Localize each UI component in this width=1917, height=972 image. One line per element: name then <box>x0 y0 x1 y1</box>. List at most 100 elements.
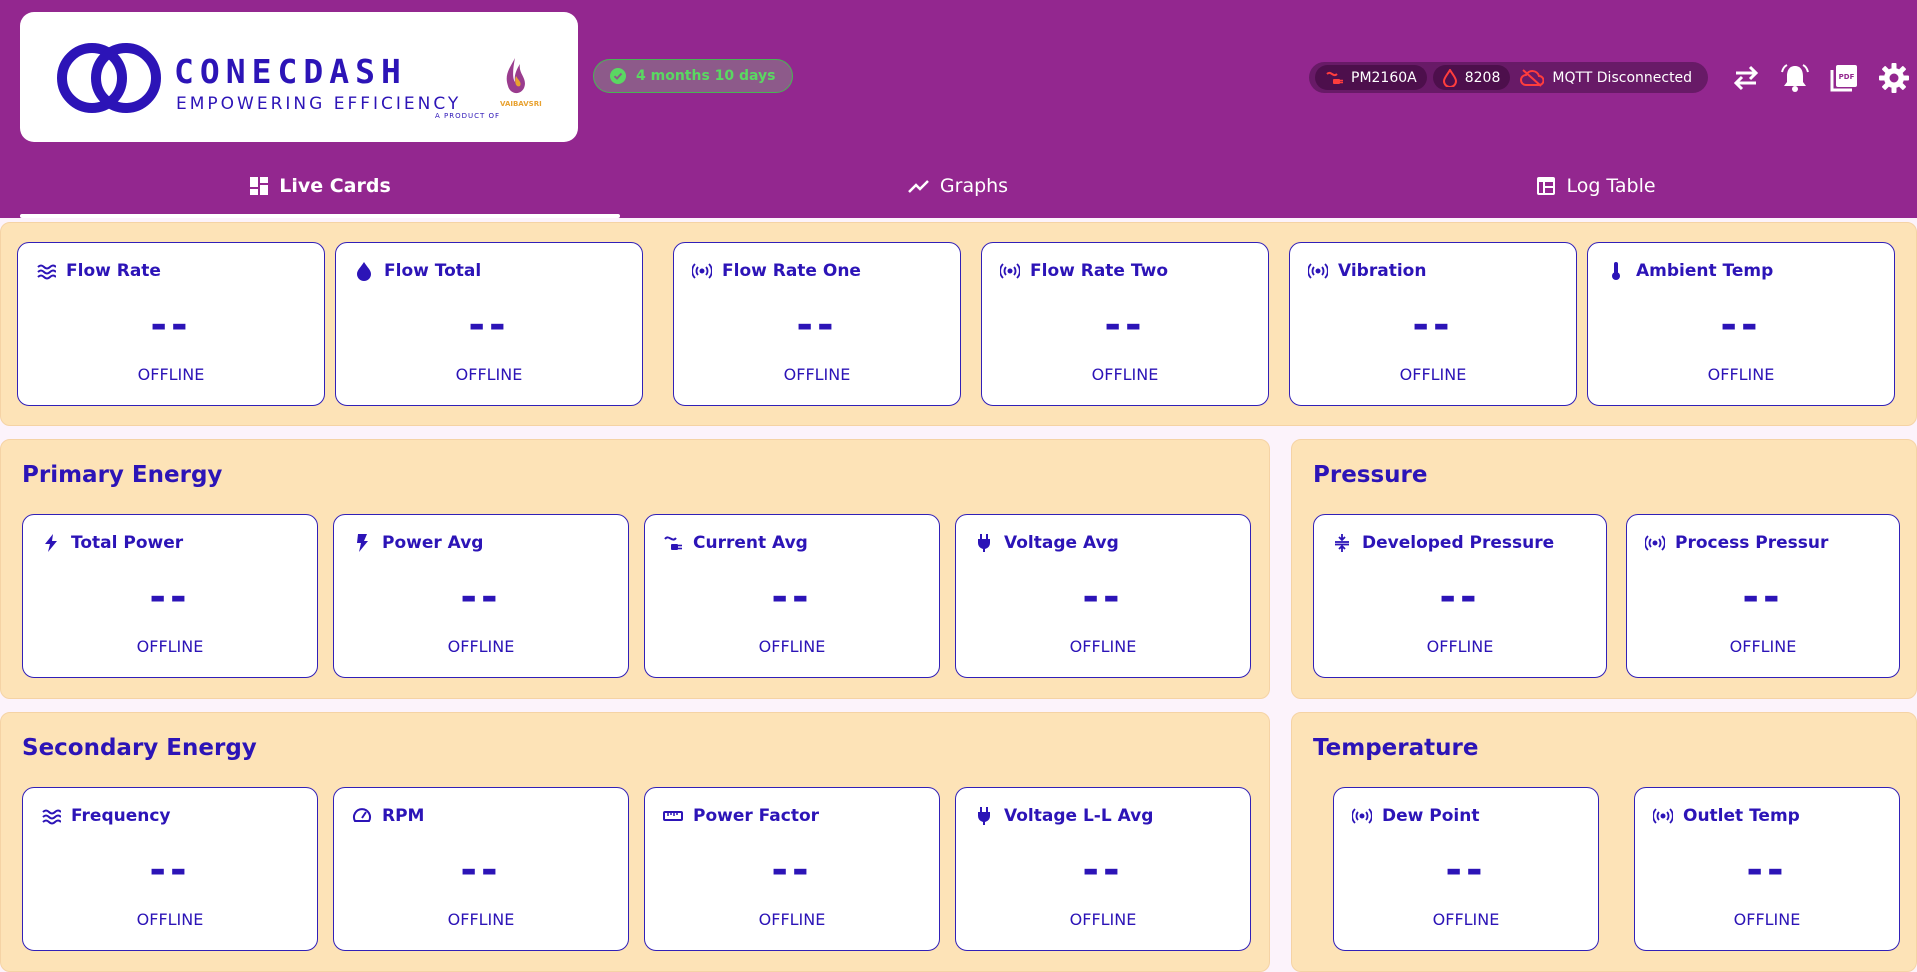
card-status: OFFLINE <box>136 637 204 656</box>
water-drop-icon <box>1442 68 1457 87</box>
card-current-avg[interactable]: Current Avg -- OFFLINE <box>644 514 940 678</box>
card-value: -- <box>771 847 813 893</box>
license-text: 4 months 10 days <box>636 68 776 84</box>
counter-status[interactable]: 8208 <box>1432 65 1511 90</box>
card-rpm[interactable]: RPM -- OFFLINE <box>333 787 629 951</box>
card-value: -- <box>1746 847 1788 893</box>
card-ambient-temp[interactable]: Ambient Temp -- OFFLINE <box>1587 242 1895 406</box>
card-value: -- <box>1104 302 1146 348</box>
counter-value: 8208 <box>1464 69 1501 86</box>
card-status: OFFLINE <box>758 910 826 929</box>
card-value: -- <box>149 847 191 893</box>
sensor-icon <box>692 261 712 281</box>
flash-icon <box>352 533 372 553</box>
card-label: Ambient Temp <box>1636 261 1774 281</box>
card-flow-rate-one[interactable]: Flow Rate One -- OFFLINE <box>673 242 961 406</box>
partner-name: VAIBAVSRI <box>500 100 542 108</box>
card-label: Current Avg <box>693 533 808 553</box>
card-label: Dew Point <box>1382 806 1480 826</box>
card-label: Vibration <box>1338 261 1427 281</box>
secondary-energy-panel: Secondary Energy Frequency -- OFFLINE RP… <box>0 712 1270 972</box>
card-status: OFFLINE <box>447 910 515 929</box>
card-label: Frequency <box>71 806 171 826</box>
sensor-icon <box>1000 261 1020 281</box>
card-label: Flow Rate One <box>722 261 861 281</box>
card-status: OFFLINE <box>783 365 851 384</box>
mqtt-text: MQTT Disconnected <box>1552 69 1693 86</box>
bell-alert-icon[interactable] <box>1779 62 1811 94</box>
card-label: Developed Pressure <box>1362 533 1555 553</box>
brand-logo[interactable]: CONECDASH EMPOWERING EFFICIENCY A PRODUC… <box>20 12 578 142</box>
card-voltage-ll-avg[interactable]: Voltage L-L Avg -- OFFLINE <box>955 787 1251 951</box>
card-status: OFFLINE <box>1733 910 1801 929</box>
gear-icon[interactable] <box>1878 62 1910 94</box>
card-status: OFFLINE <box>455 365 523 384</box>
panel-title: Primary Energy <box>22 462 223 488</box>
connection-status-bar: PM2160A 8208 MQTT Disconnected <box>1309 62 1709 93</box>
card-label: Flow Rate <box>66 261 161 281</box>
card-status: OFFLINE <box>1729 637 1797 656</box>
card-flow-rate-two[interactable]: Flow Rate Two -- OFFLINE <box>981 242 1269 406</box>
logo-rings-icon <box>57 43 161 113</box>
card-label: Power Factor <box>693 806 820 826</box>
sensor-icon <box>1645 533 1665 553</box>
sensor-icon <box>1308 261 1328 281</box>
card-status: OFFLINE <box>1069 637 1137 656</box>
tab-graphs[interactable]: Graphs <box>658 164 1258 208</box>
card-value: -- <box>1082 847 1124 893</box>
compress-icon <box>1332 533 1352 553</box>
pdf-icon[interactable]: PDF <box>1828 62 1860 94</box>
plug-icon <box>974 806 994 826</box>
swap-icon[interactable] <box>1730 62 1762 94</box>
sensor-icon <box>1653 806 1673 826</box>
mqtt-status[interactable]: MQTT Disconnected <box>1510 65 1702 90</box>
card-total-power[interactable]: Total Power -- OFFLINE <box>22 514 318 678</box>
live-cards-top-panel: Flow Rate -- OFFLINE Flow Total -- OFFLI… <box>0 222 1917 426</box>
card-label: RPM <box>382 806 425 826</box>
card-value: -- <box>150 302 192 348</box>
card-label: Voltage L-L Avg <box>1004 806 1154 826</box>
pressure-panel: Pressure Developed Pressure -- OFFLINE P… <box>1291 439 1917 699</box>
card-process-pressure[interactable]: Process Pressur -- OFFLINE <box>1626 514 1900 678</box>
ruler-icon <box>663 806 683 826</box>
current-icon <box>663 533 683 553</box>
card-status: OFFLINE <box>447 637 515 656</box>
dashboard-icon <box>250 177 269 195</box>
card-value: -- <box>460 574 502 620</box>
card-label: Voltage Avg <box>1004 533 1119 553</box>
card-frequency[interactable]: Frequency -- OFFLINE <box>22 787 318 951</box>
card-power-factor[interactable]: Power Factor -- OFFLINE <box>644 787 940 951</box>
card-label: Power Avg <box>382 533 484 553</box>
card-outlet-temp[interactable]: Outlet Temp -- OFFLINE <box>1634 787 1900 951</box>
trend-icon <box>908 180 929 193</box>
card-flow-total[interactable]: Flow Total -- OFFLINE <box>335 242 643 406</box>
tab-log-table[interactable]: Log Table <box>1296 164 1896 208</box>
card-value: -- <box>149 574 191 620</box>
card-value: -- <box>771 574 813 620</box>
card-status: OFFLINE <box>1432 910 1500 929</box>
plug-icon <box>974 533 994 553</box>
card-value: -- <box>1082 574 1124 620</box>
app-header: CONECDASH EMPOWERING EFFICIENCY A PRODUC… <box>0 0 1917 218</box>
card-vibration[interactable]: Vibration -- OFFLINE <box>1289 242 1577 406</box>
cloud-off-icon <box>1520 68 1545 87</box>
card-label: Flow Total <box>384 261 482 281</box>
card-dew-point[interactable]: Dew Point -- OFFLINE <box>1333 787 1599 951</box>
current-icon <box>1326 71 1343 84</box>
tab-live-cards[interactable]: Live Cards <box>20 164 620 208</box>
active-tab-indicator <box>20 214 620 218</box>
table-icon <box>1537 177 1556 195</box>
license-badge: 4 months 10 days <box>593 59 793 93</box>
card-developed-pressure[interactable]: Developed Pressure -- OFFLINE <box>1313 514 1607 678</box>
main-tabs: Live Cards Graphs Log Table <box>20 164 1917 218</box>
card-value: -- <box>1445 847 1487 893</box>
check-circle-icon <box>610 68 626 84</box>
tab-graphs-label: Graphs <box>939 175 1009 197</box>
card-value: -- <box>1742 574 1784 620</box>
card-voltage-avg[interactable]: Voltage Avg -- OFFLINE <box>955 514 1251 678</box>
card-power-avg[interactable]: Power Avg -- OFFLINE <box>333 514 629 678</box>
card-value: -- <box>1439 574 1481 620</box>
card-value: -- <box>1412 302 1454 348</box>
device-status[interactable]: PM2160A <box>1315 65 1427 90</box>
card-flow-rate[interactable]: Flow Rate -- OFFLINE <box>17 242 325 406</box>
